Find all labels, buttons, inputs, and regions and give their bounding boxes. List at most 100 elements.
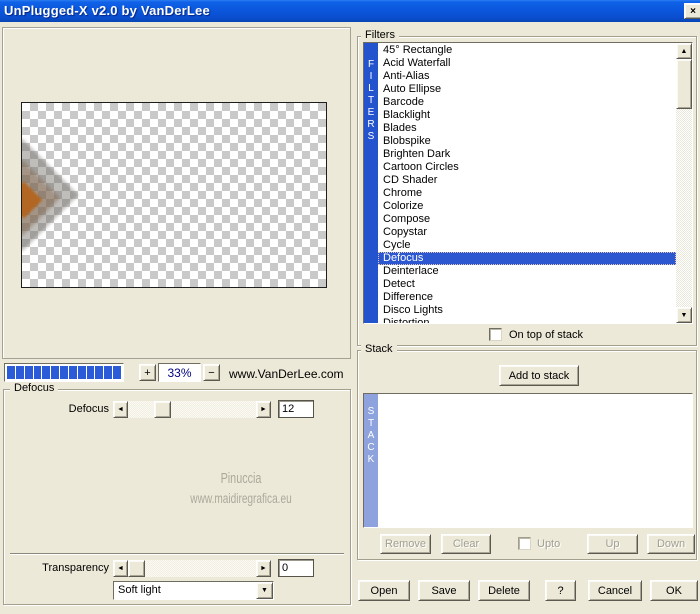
vendor-website-label: www.VanDerLee.com	[229, 367, 344, 381]
progress-segment	[42, 366, 51, 379]
blend-mode-select[interactable]: Soft light ▼	[113, 581, 274, 600]
progress-segment	[33, 366, 42, 379]
preview-panel	[2, 27, 351, 359]
filters-group-label: Filters	[361, 29, 399, 41]
ok-button[interactable]: OK	[650, 580, 698, 601]
filter-item[interactable]: Acid Waterfall	[378, 57, 676, 70]
slider-right-arrow[interactable]: ►	[256, 401, 271, 418]
delete-button[interactable]: Delete	[478, 580, 530, 601]
progress-segment	[24, 366, 33, 379]
progress-segment	[113, 366, 121, 379]
progress-bar	[4, 363, 124, 382]
arrow-left-icon: ◄	[117, 565, 124, 572]
close-icon: ×	[690, 5, 696, 17]
filter-item[interactable]: Barcode	[378, 96, 676, 109]
filter-item[interactable]: Detect	[378, 278, 676, 291]
filter-item[interactable]: Blobspike	[378, 135, 676, 148]
filter-item[interactable]: CD Shader	[378, 174, 676, 187]
filters-sidebar: F I L T E R S	[364, 43, 378, 323]
transparency-slider-thumb[interactable]	[128, 560, 145, 577]
filter-item[interactable]: Chrome	[378, 187, 676, 200]
progress-segment	[104, 366, 113, 379]
add-to-stack-button[interactable]: Add to stack	[499, 365, 579, 386]
slider-left-arrow[interactable]: ◄	[113, 401, 128, 418]
stack-listbox[interactable]: S T A C K	[363, 393, 693, 528]
arrow-left-icon-btn[interactable]: ◄	[113, 560, 128, 577]
filter-item[interactable]: Disco Lights	[378, 304, 676, 317]
watermark-line1: Pinuccia	[220, 470, 262, 487]
on-top-of-stack-label: On top of stack	[509, 329, 583, 341]
arrow-up-icon: ▲	[680, 47, 688, 55]
on-top-of-stack-checkbox[interactable]	[489, 328, 502, 341]
filter-item[interactable]: Deinterlace	[378, 265, 676, 278]
defocus-value-input[interactable]: 12	[278, 400, 314, 418]
plugin-dialog: UnPlugged-X v2.0 by VanDerLee × + 33% − …	[0, 0, 700, 614]
progress-segment	[68, 366, 77, 379]
filter-item[interactable]: Cycle	[378, 239, 676, 252]
progress-segment	[51, 366, 60, 379]
progress-segment	[7, 366, 15, 379]
filter-item[interactable]: Blades	[378, 122, 676, 135]
save-button[interactable]: Save	[418, 580, 470, 601]
progress-segment	[15, 366, 24, 379]
filters-scrollbar[interactable]: ▲ ▼	[676, 43, 692, 323]
filters-sidebar-label: F I L T E R S	[367, 59, 375, 142]
zoom-out-button[interactable]: −	[203, 364, 220, 381]
separator-line	[10, 553, 344, 555]
filter-item[interactable]: Difference	[378, 291, 676, 304]
zoom-level-display: 33%	[158, 363, 201, 382]
window-title: UnPlugged-X v2.0 by VanDerLee	[4, 3, 210, 18]
filters-listbox[interactable]: F I L T E R S 45° Rectangle Acid Waterfal…	[363, 42, 693, 324]
filter-item[interactable]: Anti-Alias	[378, 70, 676, 83]
blend-mode-value: Soft light	[118, 584, 161, 596]
up-button: Up	[587, 534, 638, 554]
progress-segment	[95, 366, 104, 379]
scroll-down-button[interactable]: ▼	[676, 307, 692, 323]
defocus-slider-thumb[interactable]	[154, 401, 171, 418]
scrollbar-thumb[interactable]	[676, 59, 692, 109]
cancel-button[interactable]: Cancel	[588, 580, 642, 601]
progress-segment	[77, 366, 86, 379]
transparency-slider[interactable]: ◄ ►	[113, 560, 271, 577]
defocus-slider-label: Defocus	[68, 403, 109, 415]
arrow-right-icon: ►	[260, 565, 267, 572]
stack-sidebar-label: S T A C K	[367, 406, 375, 465]
progress-segment	[60, 366, 68, 379]
filter-item[interactable]: 45° Rectangle	[378, 44, 676, 57]
stack-groupbox: Stack Add to stack S T A C K Remove Clea…	[357, 343, 697, 560]
transparency-value-input[interactable]: 0	[278, 559, 314, 577]
defocus-slider[interactable]: ◄ ►	[113, 401, 271, 418]
defocus-group-label: Defocus	[10, 382, 59, 394]
remove-button: Remove	[380, 534, 431, 554]
minus-icon: −	[208, 366, 215, 379]
filter-item[interactable]: Compose	[378, 213, 676, 226]
combo-dropdown-button[interactable]: ▼	[256, 582, 273, 599]
open-button[interactable]: Open	[358, 580, 410, 601]
filter-item[interactable]: Distortion	[378, 317, 676, 323]
defocus-slider-track[interactable]	[128, 401, 256, 418]
filter-item-selected[interactable]: Defocus	[378, 252, 676, 265]
watermark-line2: www.maidiregrafica.eu	[190, 490, 292, 506]
filters-list: 45° Rectangle Acid Waterfall Anti-Alias Aut…	[378, 43, 676, 323]
arrow-right-icon-btn[interactable]: ►	[256, 560, 271, 577]
filter-item[interactable]: Copystar	[378, 226, 676, 239]
filter-item[interactable]: Auto Ellipse	[378, 83, 676, 96]
filter-item[interactable]: Blacklight	[378, 109, 676, 122]
transparency-slider-track[interactable]	[128, 560, 256, 577]
titlebar[interactable]: UnPlugged-X v2.0 by VanDerLee ×	[0, 0, 700, 22]
preview-image[interactable]	[21, 102, 327, 288]
help-button[interactable]: ?	[545, 580, 576, 601]
progress-segment	[86, 366, 95, 379]
close-button[interactable]: ×	[684, 3, 700, 19]
scroll-up-button[interactable]: ▲	[676, 43, 692, 59]
filter-item[interactable]: Brighten Dark	[378, 148, 676, 161]
defocus-groupbox: Defocus Defocus ◄ ► 12 Pinuccia www.maid…	[3, 382, 351, 605]
upto-label: Upto	[537, 538, 561, 550]
upto-checkbox	[518, 537, 531, 550]
filter-item[interactable]: Colorize	[378, 200, 676, 213]
stack-sidebar: S T A C K	[364, 394, 378, 527]
chevron-down-icon: ▼	[261, 587, 268, 594]
zoom-in-button[interactable]: +	[139, 364, 156, 381]
filter-item[interactable]: Cartoon Circles	[378, 161, 676, 174]
arrow-left-icon: ◄	[117, 406, 124, 413]
